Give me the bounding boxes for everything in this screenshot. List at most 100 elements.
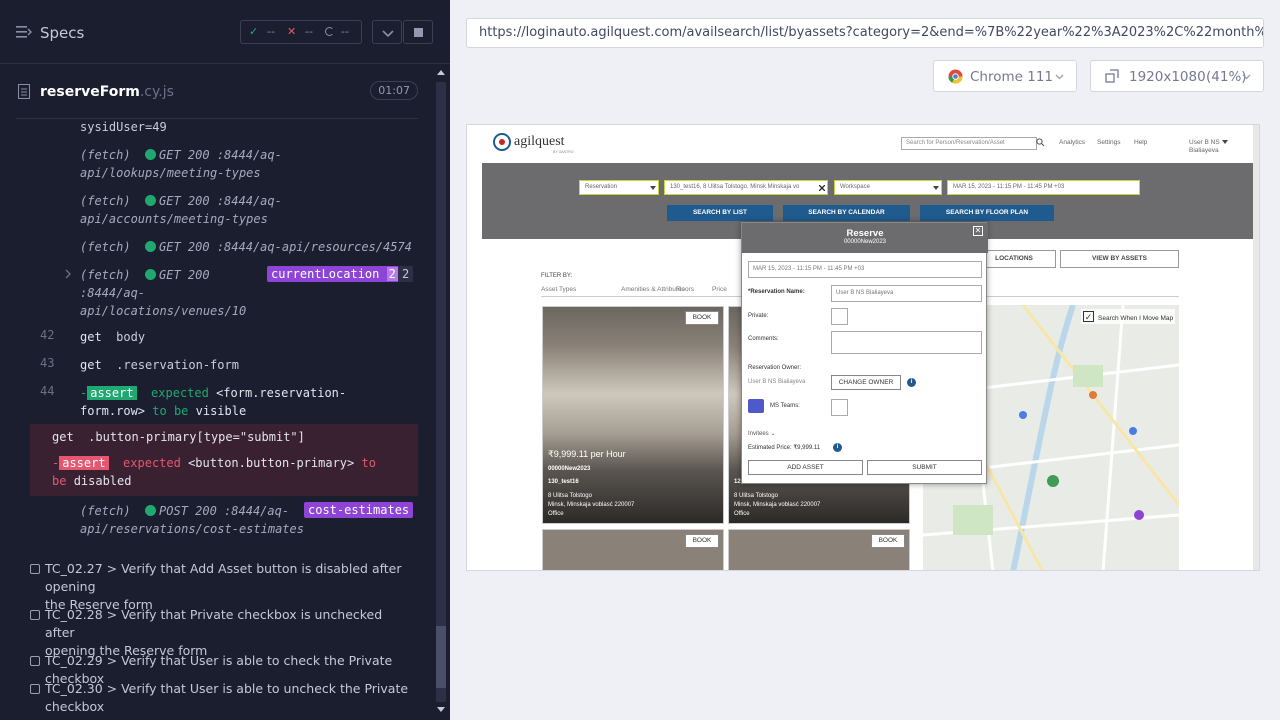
fail-icon: ✕ xyxy=(287,25,297,38)
request-count: 2 xyxy=(398,266,414,282)
command-name: get xyxy=(80,358,102,372)
reserve-modal: Reserve 00000New2023 ✕ MAR 15, 2023 - 11… xyxy=(741,222,988,484)
test-item[interactable]: TC_02.30 > Verify that User is able to u… xyxy=(30,680,410,716)
filter-tab-asset-types[interactable]: Asset Types xyxy=(541,286,576,293)
chevron-right-icon[interactable] xyxy=(64,269,72,279)
location-select[interactable]: 130_test16, 8 Ulitsa Tolstogo, Minsk Min… xyxy=(664,180,828,195)
asset-type-select[interactable]: Workspace xyxy=(834,180,942,195)
reservation-owner-label: Reservation Owner: xyxy=(748,365,802,371)
view-by-assets-button[interactable]: VIEW BY ASSETS xyxy=(1060,250,1179,268)
fetch-request: POST 200 :8444/aq- xyxy=(159,504,290,518)
book-button[interactable]: BOOK xyxy=(685,311,719,325)
checkmark-icon: ✓ xyxy=(1083,311,1094,322)
reservation-name-input[interactable]: User B NS Bialiayeva xyxy=(831,285,982,302)
search-icon[interactable] xyxy=(1036,138,1045,147)
pass-icon: ✓ xyxy=(249,25,259,38)
ms-teams-icon xyxy=(748,399,764,413)
add-asset-button[interactable]: ADD ASSET xyxy=(748,460,863,475)
category-select[interactable]: Reservation xyxy=(579,180,659,195)
chevron-down-icon xyxy=(1242,74,1251,80)
assert-to: to xyxy=(361,456,376,470)
user-menu[interactable]: User B NS xyxy=(1189,139,1220,146)
assert-to-be: to be xyxy=(152,404,189,418)
app-scrollbar[interactable] xyxy=(1253,125,1259,570)
assert-subject: <form.reservation- xyxy=(216,386,347,400)
filter-by-label: FILTER BY: xyxy=(541,273,573,279)
comments-label: Comments: xyxy=(748,336,779,342)
reservation-date-field[interactable]: MAR 15, 2023 - 11:15 PM - 11:45 PM +03 xyxy=(748,261,982,278)
assert-badge: assert xyxy=(87,386,137,400)
search-when-move-map-toggle[interactable]: ✓ Search When I Move Map xyxy=(1081,309,1176,324)
spec-file-row[interactable]: reserveForm.cy.js 01:07 xyxy=(16,76,418,108)
caret-down-icon xyxy=(650,186,656,190)
browser-selector[interactable]: Chrome 111 xyxy=(933,60,1077,92)
specs-title[interactable]: Specs xyxy=(40,24,84,42)
fetch-label: (fetch) xyxy=(80,194,131,208)
change-owner-button[interactable]: CHANGE OWNER xyxy=(831,375,901,390)
scroll-down-icon[interactable] xyxy=(436,706,446,714)
fetch-label: (fetch) xyxy=(80,148,131,162)
expand-button[interactable] xyxy=(372,20,402,44)
specs-menu-icon[interactable] xyxy=(16,25,32,39)
submit-button[interactable]: SUBMIT xyxy=(867,460,982,475)
app-logo-text[interactable]: agilquest xyxy=(514,134,565,150)
scroll-up-icon[interactable] xyxy=(436,68,446,76)
book-button[interactable]: BOOK xyxy=(685,534,719,548)
caret-down-icon xyxy=(933,186,939,190)
status-dot-icon xyxy=(145,149,157,160)
global-search-input[interactable]: Search for Person/Reservation/Asset xyxy=(901,137,1037,150)
clear-icon[interactable] xyxy=(819,185,825,191)
assert-expected: expected xyxy=(123,456,181,470)
reservation-name-label: *Reservation Name: xyxy=(748,289,805,295)
agilquest-logo-icon[interactable] xyxy=(492,132,512,152)
stop-button[interactable] xyxy=(403,20,433,44)
info-icon[interactable]: i xyxy=(907,378,916,387)
log-row-assert-failed[interactable]: 46 -assert expected <button.button-prima… xyxy=(30,450,418,496)
nav-help[interactable]: Help xyxy=(1134,139,1147,146)
app-under-test: agilquest BY GANTRO Search for Person/Re… xyxy=(466,124,1260,571)
comments-textarea[interactable] xyxy=(831,331,982,354)
asset-city: Minsk, Minskaja voblasć 220007 xyxy=(734,502,821,508)
search-by-calendar-button[interactable]: SEARCH BY CALENDAR xyxy=(783,205,910,221)
fetch-path: api/reservations/cost-estimates xyxy=(80,522,304,536)
nav-analytics[interactable]: Analytics xyxy=(1059,139,1085,146)
pass-count: -- xyxy=(267,25,275,38)
asset-type: Office xyxy=(548,511,564,517)
spec-file-ext: .cy.js xyxy=(139,84,174,100)
asset-id: 00000New2023 xyxy=(548,466,591,472)
info-icon[interactable]: i xyxy=(833,443,842,452)
scroll-track[interactable] xyxy=(436,82,446,702)
close-icon[interactable]: ✕ xyxy=(973,226,983,236)
search-by-floor-plan-button[interactable]: SEARCH BY FLOOR PLAN xyxy=(920,205,1054,221)
log-scrollbar[interactable] xyxy=(432,64,450,720)
url-bar[interactable]: https://loginauto.agilquest.com/availsea… xyxy=(466,18,1264,48)
fetch-request: GET 200 :8444/aq- xyxy=(159,194,282,208)
search-by-list-button[interactable]: SEARCH BY LIST xyxy=(667,205,773,221)
file-icon xyxy=(18,84,30,99)
line-number: 43 xyxy=(40,356,55,370)
spec-duration: 01:07 xyxy=(370,81,418,100)
user-menu-name: Bialiayeva xyxy=(1189,147,1219,154)
status-dot-icon xyxy=(145,505,157,516)
book-button[interactable]: BOOK xyxy=(871,534,905,548)
assert-be: be xyxy=(52,474,67,488)
viewport-selector[interactable]: 1920x1080 (41%) xyxy=(1090,60,1264,92)
log-row-command-failed[interactable]: 45 get .button-primary[type="submit"] xyxy=(30,424,418,450)
specs-header: Specs ✓ -- ✕ -- -- xyxy=(0,0,450,64)
asset-card[interactable]: BOOK ₹9,999.11 per Hour 00000New2023 130… xyxy=(542,306,724,524)
asset-card[interactable]: BOOK xyxy=(542,529,724,570)
invitees-toggle[interactable]: Invitees ⌄ xyxy=(748,430,775,437)
filter-tab-floors[interactable]: Floors xyxy=(676,286,694,293)
private-checkbox[interactable] xyxy=(831,308,848,325)
spec-file-name: reserveForm.cy.js xyxy=(40,84,174,100)
ms-teams-checkbox[interactable] xyxy=(831,399,848,416)
test-title: TC_02.28 > Verify that Private checkbox … xyxy=(45,607,383,640)
asset-card[interactable]: BOOK xyxy=(728,529,910,570)
pending-test-icon xyxy=(30,684,40,694)
nav-settings[interactable]: Settings xyxy=(1097,139,1121,146)
date-time-picker[interactable]: MAR 15, 2023 - 11:15 PM - 11:45 PM +03 xyxy=(947,180,1140,195)
filter-tab-price[interactable]: Price xyxy=(712,286,727,293)
logo-subtitle: BY GANTRO xyxy=(553,150,574,154)
fetch-request: GET 200 :8444/aq-api/resources/4574 xyxy=(159,240,412,254)
scroll-thumb[interactable] xyxy=(436,626,446,688)
